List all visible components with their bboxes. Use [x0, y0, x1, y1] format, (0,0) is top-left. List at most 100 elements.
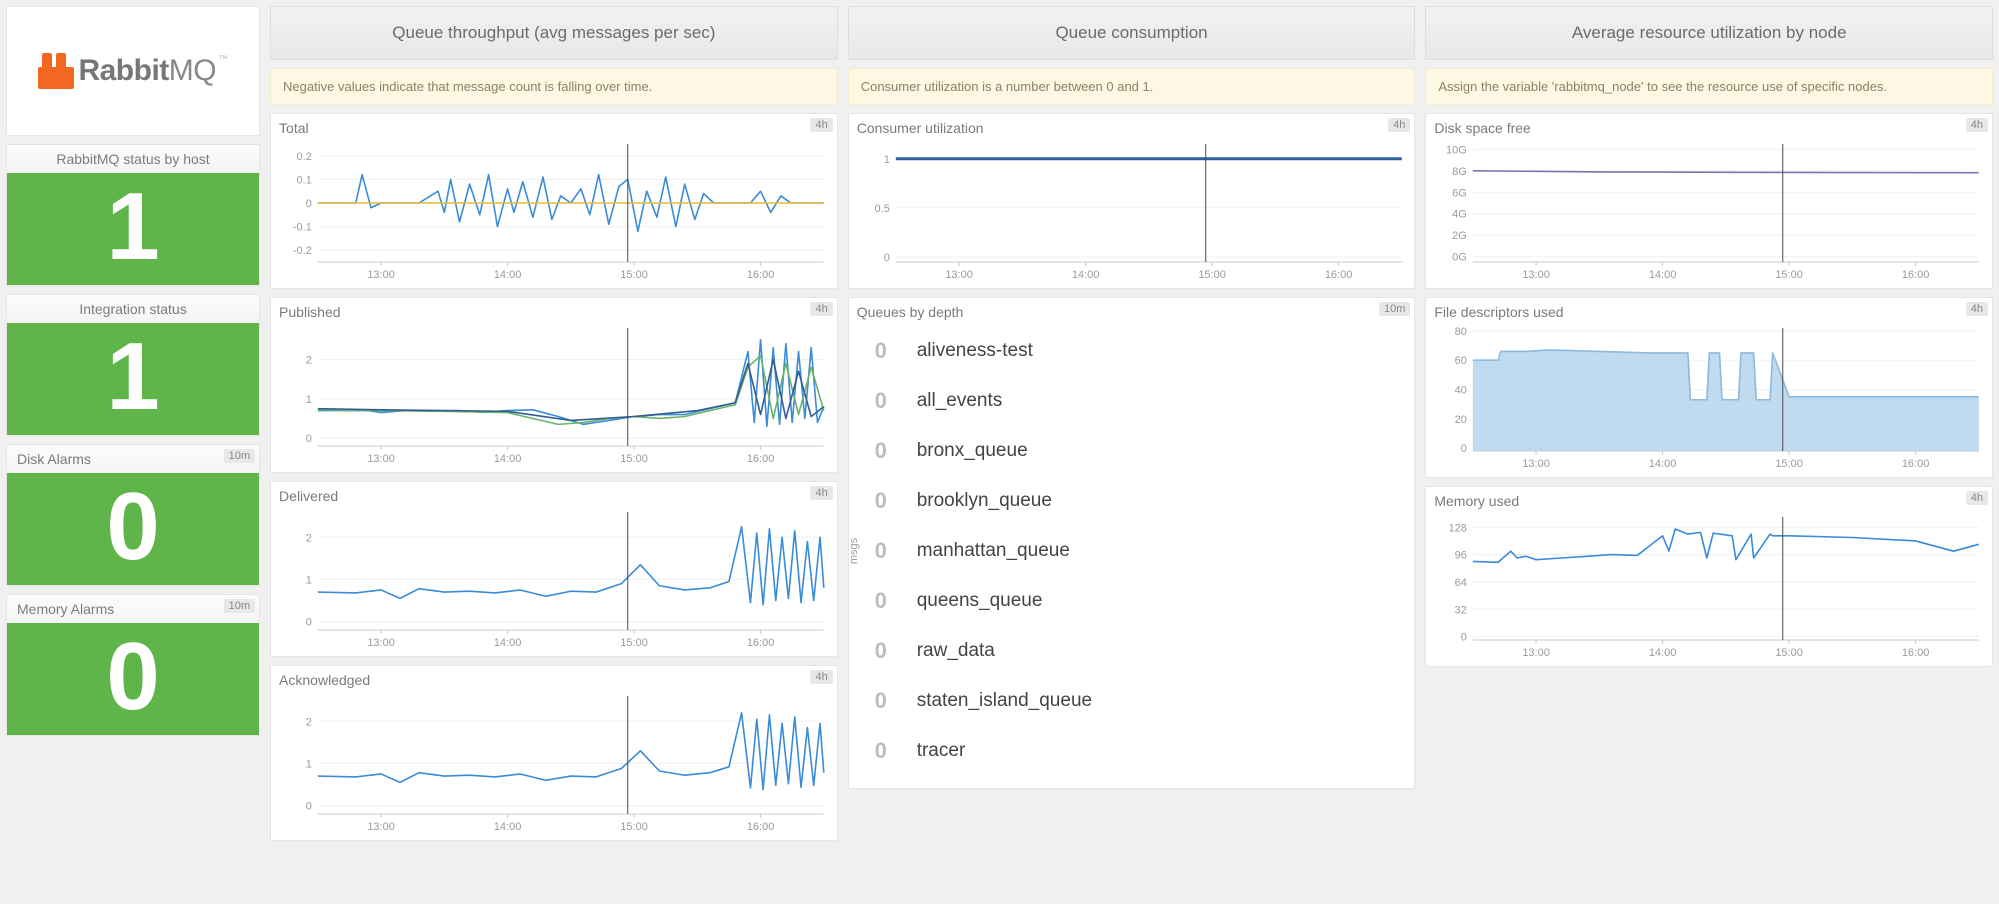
time-badge[interactable]: 4h: [810, 486, 832, 500]
svg-text:14:00: 14:00: [1072, 269, 1100, 281]
chart-acknowledged[interactable]: Acknowledged4h 01213:0014:0015:0016:00: [270, 665, 838, 841]
svg-text:-0.1: -0.1: [293, 222, 312, 234]
queue-depth: 0: [863, 588, 899, 614]
rabbitmq-logo: RabbitMQ™: [6, 6, 260, 136]
svg-text:14:00: 14:00: [1649, 647, 1677, 659]
queue-row[interactable]: 0 manhattan_queue: [857, 526, 1407, 576]
svg-text:0.5: 0.5: [874, 203, 889, 215]
status-value: 0: [7, 473, 259, 585]
time-badge[interactable]: 4h: [810, 118, 832, 132]
svg-text:13:00: 13:00: [1523, 458, 1551, 470]
svg-text:16:00: 16:00: [747, 821, 775, 833]
throughput-column: Queue throughput (avg messages per sec) …: [270, 6, 838, 841]
svg-text:14:00: 14:00: [494, 453, 522, 465]
chart-title: File descriptors used: [1434, 304, 1563, 320]
chart-title: Total: [279, 120, 309, 136]
chart-title: Consumer utilization: [857, 120, 984, 136]
chart-disk-free[interactable]: Disk space free4h 0G2G4G6G8G10G13:0014:0…: [1425, 113, 1993, 289]
queue-row[interactable]: 0 bronx_queue: [857, 426, 1407, 476]
queue-row[interactable]: 0 tracer: [857, 726, 1407, 776]
svg-text:16:00: 16:00: [747, 269, 775, 281]
queue-depth: 0: [863, 488, 899, 514]
resources-column: Average resource utilization by node Ass…: [1425, 6, 1993, 841]
svg-text:1: 1: [306, 574, 312, 586]
resources-header: Average resource utilization by node: [1425, 6, 1993, 60]
time-badge[interactable]: 4h: [1388, 118, 1410, 132]
queue-depth: 0: [863, 738, 899, 764]
queues-by-depth-panel[interactable]: Queues by depth10m msgs 0 aliveness-test…: [848, 297, 1416, 789]
chart-title: Disk space free: [1434, 120, 1530, 136]
time-badge[interactable]: 4h: [1966, 491, 1988, 505]
svg-text:32: 32: [1455, 604, 1467, 616]
chart-title: Delivered: [279, 488, 338, 504]
consumption-column: Queue consumption Consumer utilization i…: [848, 6, 1416, 841]
queue-depth: 0: [863, 538, 899, 564]
status-tile-2[interactable]: Disk Alarms10m 0: [6, 444, 260, 586]
time-badge[interactable]: 4h: [810, 302, 832, 316]
chart-consumer-util[interactable]: Consumer utilization4h 00.5113:0014:0015…: [848, 113, 1416, 289]
svg-text:64: 64: [1455, 577, 1467, 589]
svg-text:0: 0: [306, 198, 312, 210]
svg-text:20: 20: [1455, 414, 1467, 426]
chart-memory[interactable]: Memory used4h 032649612813:0014:0015:001…: [1425, 486, 1993, 667]
queue-depth: 0: [863, 438, 899, 464]
time-badge[interactable]: 4h: [810, 670, 832, 684]
chart-total[interactable]: Total4h -0.2-0.100.10.213:0014:0015:0016…: [270, 113, 838, 289]
svg-text:13:00: 13:00: [1523, 647, 1551, 659]
status-title: Memory Alarms10m: [7, 595, 259, 623]
time-badge[interactable]: 10m: [1379, 302, 1410, 316]
status-tile-3[interactable]: Memory Alarms10m 0: [6, 594, 260, 736]
svg-text:6G: 6G: [1453, 187, 1468, 199]
svg-text:15:00: 15:00: [1198, 269, 1226, 281]
chart-title: Queues by depth: [857, 304, 964, 320]
time-badge[interactable]: 4h: [1966, 302, 1988, 316]
queue-name: queens_queue: [917, 590, 1043, 612]
svg-text:15:00: 15:00: [1776, 647, 1804, 659]
status-tile-1[interactable]: Integration status 1: [6, 294, 260, 436]
svg-text:0: 0: [306, 617, 312, 629]
time-badge[interactable]: 4h: [1966, 118, 1988, 132]
svg-text:8G: 8G: [1453, 166, 1468, 178]
queue-row[interactable]: 0 all_events: [857, 376, 1407, 426]
svg-text:0: 0: [1461, 443, 1467, 455]
svg-text:13:00: 13:00: [367, 269, 395, 281]
svg-text:1: 1: [306, 758, 312, 770]
queue-depth: 0: [863, 338, 899, 364]
queue-row[interactable]: 0 queens_queue: [857, 576, 1407, 626]
status-tile-0[interactable]: RabbitMQ status by host 1: [6, 144, 260, 286]
queue-row[interactable]: 0 aliveness-test: [857, 326, 1407, 376]
time-badge[interactable]: 10m: [224, 599, 255, 613]
svg-text:14:00: 14:00: [1649, 458, 1677, 470]
throughput-header: Queue throughput (avg messages per sec): [270, 6, 838, 60]
chart-fds[interactable]: File descriptors used4h 02040608013:0014…: [1425, 297, 1993, 478]
chart-published[interactable]: Published4h 01213:0014:0015:0016:00: [270, 297, 838, 473]
status-value: 1: [7, 323, 259, 435]
time-badge[interactable]: 10m: [224, 449, 255, 463]
svg-text:2: 2: [306, 716, 312, 728]
chart-delivered[interactable]: Delivered4h 01213:0014:0015:0016:00: [270, 481, 838, 657]
queue-row[interactable]: 0 brooklyn_queue: [857, 476, 1407, 526]
queue-row[interactable]: 0 raw_data: [857, 626, 1407, 676]
queue-name: aliveness-test: [917, 340, 1033, 362]
queue-row[interactable]: 0 staten_island_queue: [857, 676, 1407, 726]
svg-text:96: 96: [1455, 550, 1467, 562]
svg-text:14:00: 14:00: [494, 637, 522, 649]
chart-title: Acknowledged: [279, 672, 370, 688]
svg-text:0G: 0G: [1453, 252, 1468, 264]
resources-note: Assign the variable 'rabbitmq_node' to s…: [1425, 68, 1993, 105]
chart-title: Published: [279, 304, 341, 320]
rabbitmq-icon: [38, 53, 74, 89]
queue-name: brooklyn_queue: [917, 490, 1052, 512]
svg-text:15:00: 15:00: [1776, 458, 1804, 470]
svg-text:60: 60: [1455, 355, 1467, 367]
svg-text:15:00: 15:00: [620, 821, 648, 833]
svg-text:10G: 10G: [1446, 144, 1467, 156]
chart-title: Memory used: [1434, 493, 1519, 509]
consumption-note: Consumer utilization is a number between…: [848, 68, 1416, 105]
queue-name: tracer: [917, 740, 966, 762]
queue-depth: 0: [863, 688, 899, 714]
queue-name: staten_island_queue: [917, 690, 1092, 712]
svg-text:13:00: 13:00: [1523, 269, 1551, 281]
svg-text:1: 1: [883, 154, 889, 166]
svg-text:14:00: 14:00: [1649, 269, 1677, 281]
